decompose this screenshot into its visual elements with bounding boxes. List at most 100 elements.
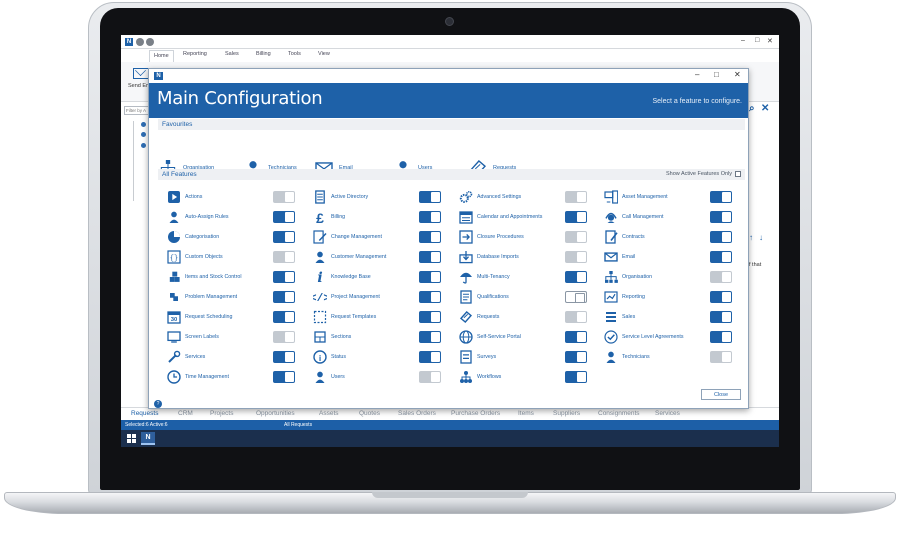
feature-services[interactable]: Services bbox=[167, 350, 295, 366]
tree-node-icon[interactable] bbox=[141, 143, 146, 148]
module-tab-purchase-orders[interactable]: Purchase Orders bbox=[451, 410, 500, 417]
feature-toggle[interactable] bbox=[710, 271, 732, 283]
close-button[interactable]: Close bbox=[701, 389, 741, 400]
feature-toggle[interactable] bbox=[565, 311, 587, 323]
feature-sales[interactable]: Sales bbox=[604, 310, 732, 326]
feature-toggle[interactable] bbox=[565, 291, 587, 303]
feature-toggle[interactable] bbox=[419, 251, 441, 263]
feature-toggle[interactable] bbox=[419, 291, 441, 303]
feature-request-scheduling[interactable]: 30 Request Scheduling bbox=[167, 310, 295, 326]
tree-node-icon[interactable] bbox=[141, 132, 146, 137]
module-tab-suppliers[interactable]: Suppliers bbox=[553, 410, 580, 417]
show-active-only[interactable]: Show Active Features Only bbox=[666, 169, 741, 180]
feature-contracts[interactable]: Contracts bbox=[604, 230, 732, 246]
feature-active-directory[interactable]: Active Directory bbox=[313, 190, 441, 206]
feature-toggle[interactable] bbox=[419, 351, 441, 363]
search-icon[interactable]: ⌕ bbox=[749, 103, 755, 114]
feature-toggle[interactable] bbox=[273, 331, 295, 343]
ribbon-tab-tools[interactable]: Tools bbox=[288, 51, 301, 57]
feature-toggle[interactable] bbox=[273, 351, 295, 363]
feature-categorisation[interactable]: Categorisation bbox=[167, 230, 295, 246]
feature-toggle[interactable] bbox=[273, 311, 295, 323]
feature-toggle[interactable] bbox=[565, 191, 587, 203]
feature-billing[interactable]: £ Billing bbox=[313, 210, 441, 226]
quick-access-back-icon[interactable] bbox=[136, 38, 144, 46]
dialog-close-icon[interactable]: ✕ bbox=[734, 70, 741, 79]
feature-toggle[interactable] bbox=[273, 231, 295, 243]
ribbon-tab-sales[interactable]: Sales bbox=[225, 51, 239, 57]
feature-toggle[interactable] bbox=[710, 351, 732, 363]
module-tab-quotes[interactable]: Quotes bbox=[359, 410, 380, 417]
feature-toggle[interactable] bbox=[710, 211, 732, 223]
feature-time-management[interactable]: Time Management bbox=[167, 370, 295, 386]
feature-surveys[interactable]: Surveys bbox=[459, 350, 587, 366]
feature-toggle[interactable] bbox=[419, 311, 441, 323]
module-tab-projects[interactable]: Projects bbox=[210, 410, 233, 417]
send-email-icon[interactable] bbox=[133, 68, 149, 79]
clear-icon[interactable]: ✕ bbox=[761, 103, 769, 114]
feature-change-management[interactable]: Change Management bbox=[313, 230, 441, 246]
minimize-icon[interactable]: – bbox=[741, 37, 745, 44]
module-tab-requests[interactable]: Requests bbox=[131, 410, 158, 417]
feature-toggle[interactable] bbox=[565, 331, 587, 343]
feature-users[interactable]: Users bbox=[313, 370, 441, 386]
dialog-maximize-icon[interactable]: □ bbox=[714, 70, 719, 79]
feature-email[interactable]: Email bbox=[604, 250, 732, 266]
feature-actions[interactable]: Actions bbox=[167, 190, 295, 206]
feature-custom-objects[interactable]: {} Custom Objects bbox=[167, 250, 295, 266]
feature-toggle[interactable] bbox=[565, 371, 587, 383]
feature-service-level-agreements[interactable]: Service Level Agreements bbox=[604, 330, 732, 346]
feature-toggle[interactable] bbox=[565, 231, 587, 243]
feature-self-service-portal[interactable]: Self-Service Portal bbox=[459, 330, 587, 346]
feature-toggle[interactable] bbox=[273, 191, 295, 203]
feature-reporting[interactable]: Reporting bbox=[604, 290, 732, 306]
feature-requests[interactable]: Requests bbox=[459, 310, 587, 326]
feature-knowledge-base[interactable]: i Knowledge Base bbox=[313, 270, 441, 286]
feature-toggle[interactable] bbox=[710, 331, 732, 343]
windows-start-icon[interactable] bbox=[127, 434, 136, 443]
close-icon[interactable]: ✕ bbox=[767, 37, 773, 45]
feature-toggle[interactable] bbox=[419, 271, 441, 283]
feature-toggle[interactable] bbox=[273, 291, 295, 303]
feature-toggle[interactable] bbox=[273, 251, 295, 263]
ribbon-tab-reporting[interactable]: Reporting bbox=[183, 51, 207, 57]
feature-toggle[interactable] bbox=[710, 191, 732, 203]
feature-database-imports[interactable]: Database Imports bbox=[459, 250, 587, 266]
feature-toggle[interactable] bbox=[565, 211, 587, 223]
module-tab-sales-orders[interactable]: Sales Orders bbox=[398, 410, 436, 417]
module-tab-opportunities[interactable]: Opportunities bbox=[256, 410, 295, 417]
feature-toggle[interactable] bbox=[419, 331, 441, 343]
feature-screen-labels[interactable]: Screen Labels bbox=[167, 330, 295, 346]
feature-toggle[interactable] bbox=[565, 271, 587, 283]
feature-closure-procedures[interactable]: Closure Procedures bbox=[459, 230, 587, 246]
feature-technicians[interactable]: Technicians bbox=[604, 350, 732, 366]
module-tab-crm[interactable]: CRM bbox=[178, 410, 193, 417]
feature-toggle[interactable] bbox=[710, 251, 732, 263]
help-icon[interactable]: ? bbox=[154, 400, 162, 408]
ribbon-tab-home[interactable]: Home bbox=[149, 50, 174, 62]
taskbar-app-icon[interactable]: N bbox=[141, 432, 155, 445]
feature-toggle[interactable] bbox=[419, 231, 441, 243]
tree-node-icon[interactable] bbox=[141, 122, 146, 127]
feature-calendar-and-appointments[interactable]: Calendar and Appointments bbox=[459, 210, 587, 226]
feature-toggle[interactable] bbox=[710, 291, 732, 303]
feature-toggle[interactable] bbox=[419, 191, 441, 203]
feature-problem-management[interactable]: Problem Management bbox=[167, 290, 295, 306]
feature-toggle[interactable] bbox=[565, 251, 587, 263]
ribbon-tab-view[interactable]: View bbox=[318, 51, 330, 57]
feature-toggle[interactable] bbox=[710, 311, 732, 323]
feature-asset-management[interactable]: Asset Management bbox=[604, 190, 732, 206]
feature-customer-management[interactable]: Customer Management bbox=[313, 250, 441, 266]
feature-call-management[interactable]: Call Management bbox=[604, 210, 732, 226]
arrow-down-icon[interactable]: ↓ bbox=[759, 233, 763, 242]
feature-advanced-settings[interactable]: Advanced Settings bbox=[459, 190, 587, 206]
feature-multi-tenancy[interactable]: Multi-Tenancy bbox=[459, 270, 587, 286]
feature-organisation[interactable]: Organisation bbox=[604, 270, 732, 286]
feature-status[interactable]: i Status bbox=[313, 350, 441, 366]
feature-toggle[interactable] bbox=[710, 231, 732, 243]
dialog-minimize-icon[interactable]: – bbox=[695, 70, 699, 79]
module-tab-consignments[interactable]: Consignments bbox=[598, 410, 640, 417]
show-active-only-checkbox[interactable] bbox=[735, 170, 741, 177]
module-tab-services[interactable]: Services bbox=[655, 410, 680, 417]
arrow-up-icon[interactable]: ↑ bbox=[749, 233, 753, 242]
